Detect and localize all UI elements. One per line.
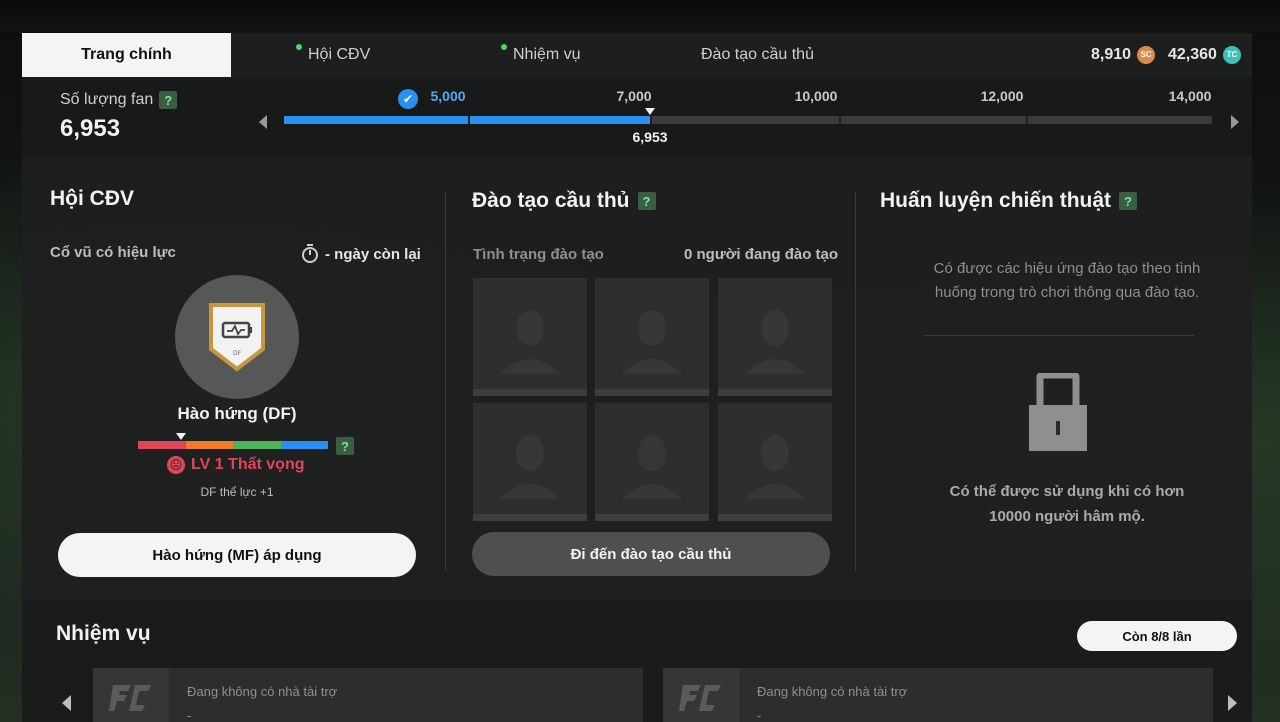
mood-level-text: LV 1 Thất vọng bbox=[191, 456, 305, 473]
sad-face-icon: ☹ bbox=[167, 456, 185, 474]
top-strip bbox=[0, 0, 1280, 32]
badge-text: DF bbox=[233, 350, 242, 357]
notification-dot bbox=[501, 44, 507, 50]
mood-pointer bbox=[176, 433, 186, 440]
arrow-right-icon[interactable] bbox=[1228, 695, 1237, 711]
missions-section: Nhiệm vụ Còn 8/8 lần Đang không có nhà t… bbox=[22, 600, 1252, 722]
tab-player-training[interactable]: Đào tạo cầu thủ bbox=[701, 33, 814, 77]
mood-name: Hào hứng (DF) bbox=[177, 404, 297, 423]
mission-text: Đang không có nhà tài trợ bbox=[757, 684, 908, 699]
segment-divider bbox=[468, 116, 470, 124]
remaining-badge: Còn 8/8 lần bbox=[1077, 621, 1237, 651]
apply-cheer-button[interactable]: Hào hứng (MF) áp dụng bbox=[58, 533, 416, 577]
milestone-label: 7,000 bbox=[616, 88, 652, 104]
goto-training-button[interactable]: Đi đến đào tạo cầu thủ bbox=[472, 532, 830, 576]
mood-bar bbox=[138, 441, 328, 449]
tab-fan-club[interactable]: Hội CĐV bbox=[296, 33, 371, 77]
sc-amount: 8,910 bbox=[1091, 46, 1132, 63]
fan-club-title: Hội CĐV bbox=[50, 187, 134, 211]
fc-logo-icon bbox=[663, 668, 739, 722]
help-icon[interactable]: ? bbox=[336, 437, 354, 455]
current-fan-value: 6,953 bbox=[632, 129, 668, 145]
help-icon[interactable]: ? bbox=[159, 91, 178, 109]
fan-progress-track bbox=[284, 116, 1212, 124]
tab-missions[interactable]: Nhiệm vụ bbox=[501, 33, 581, 77]
mission-text: Đang không có nhà tài trợ bbox=[187, 684, 338, 699]
training-slot[interactable] bbox=[473, 278, 587, 396]
fan-progress-area: Số lượng fan ? 6,953 ✔ 5,000 7,000 10,00… bbox=[22, 77, 1252, 157]
shield-battery-icon: DF bbox=[209, 303, 265, 372]
player-silhouette-icon bbox=[745, 310, 805, 374]
player-silhouette-icon bbox=[622, 310, 682, 374]
training-slot[interactable] bbox=[595, 403, 709, 521]
days-left-text: - ngày còn lại bbox=[325, 245, 421, 263]
mood-segment-blue bbox=[280, 441, 328, 449]
sc-currency: 8,910 SC bbox=[1091, 33, 1156, 77]
segment-divider bbox=[650, 116, 652, 124]
check-icon: ✔ bbox=[398, 89, 418, 109]
tactics-title-text: Huấn luyện chiến thuật bbox=[880, 189, 1112, 212]
mood-level: ☹ LV 1 Thất vọng bbox=[167, 456, 304, 474]
player-silhouette-icon bbox=[622, 435, 682, 499]
tab-home[interactable]: Trang chính bbox=[22, 33, 231, 77]
cheer-badge: DF bbox=[175, 275, 299, 399]
tab-bar: Trang chính Hội CĐV Nhiệm vụ Đào tạo cầu… bbox=[22, 33, 1252, 77]
column-divider bbox=[855, 191, 856, 571]
tc-coin-icon: TC bbox=[1222, 46, 1241, 64]
mission-sub: - bbox=[757, 708, 762, 722]
training-title-text: Đào tạo cầu thủ bbox=[472, 189, 630, 212]
segment-divider bbox=[1026, 116, 1028, 124]
mood-segment-red bbox=[138, 441, 186, 449]
training-slot[interactable] bbox=[473, 403, 587, 521]
mission-card[interactable]: Đang không có nhà tài trợ - bbox=[93, 668, 643, 722]
tab-missions-label: Nhiệm vụ bbox=[513, 46, 581, 63]
training-status-label: Tình trạng đào tạo bbox=[473, 246, 604, 263]
milestone-label: 5,000 bbox=[430, 88, 466, 104]
player-silhouette-icon bbox=[500, 435, 560, 499]
current-fan-marker bbox=[645, 108, 655, 115]
player-silhouette-icon bbox=[745, 435, 805, 499]
milestone-label: 10,000 bbox=[794, 88, 838, 104]
training-title: Đào tạo cầu thủ ? bbox=[472, 189, 656, 213]
tc-amount: 42,360 bbox=[1168, 46, 1217, 63]
days-left: - ngày còn lại bbox=[301, 244, 421, 264]
fan-count-label: Số lượng fan ? bbox=[60, 91, 178, 109]
tactics-divider bbox=[924, 335, 1194, 336]
tactics-title: Huấn luyện chiến thuật ? bbox=[880, 189, 1138, 213]
training-count: 0 người đang đào tạo bbox=[684, 246, 839, 263]
mission-sub: - bbox=[187, 708, 192, 722]
arrow-right-icon[interactable] bbox=[1231, 115, 1239, 129]
mission-card[interactable]: Đang không có nhà tài trợ - bbox=[663, 668, 1213, 722]
lock-icon bbox=[1029, 373, 1087, 451]
tc-currency: 42,360 TC bbox=[1168, 33, 1241, 77]
tactics-description: Có được các hiệu ứng đào tạo theo tình h… bbox=[933, 260, 1201, 301]
column-divider bbox=[445, 191, 446, 571]
mood-segment-green bbox=[233, 441, 281, 449]
cheer-active-label: Cổ vũ có hiệu lực bbox=[50, 244, 176, 261]
training-slot[interactable] bbox=[718, 403, 832, 521]
training-slot[interactable] bbox=[718, 278, 832, 396]
mood-segment-orange bbox=[185, 441, 233, 449]
fc-logo-icon bbox=[93, 668, 169, 722]
sc-coin-icon: SC bbox=[1137, 46, 1156, 64]
stopwatch-icon bbox=[302, 244, 318, 263]
milestone-label: 14,000 bbox=[1168, 88, 1212, 104]
tactics-locked-text: Có thể được sử dụng khi có hơn 10000 ngư… bbox=[949, 483, 1185, 525]
milestone-label: 12,000 bbox=[980, 88, 1024, 104]
training-slot[interactable] bbox=[595, 278, 709, 396]
fan-count-label-text: Số lượng fan bbox=[60, 91, 154, 108]
main-panel: Trang chính Hội CĐV Nhiệm vụ Đào tạo cầu… bbox=[22, 33, 1252, 722]
player-silhouette-icon bbox=[500, 310, 560, 374]
mood-effect: DF thể lực +1 bbox=[200, 485, 274, 499]
segment-divider bbox=[839, 116, 841, 124]
help-icon[interactable]: ? bbox=[637, 192, 656, 210]
help-icon[interactable]: ? bbox=[1119, 192, 1138, 210]
tab-fan-club-label: Hội CĐV bbox=[308, 46, 371, 63]
missions-title: Nhiệm vụ bbox=[56, 622, 151, 645]
fan-count-value: 6,953 bbox=[60, 115, 121, 142]
fan-club-title-text: Hội CĐV bbox=[50, 187, 134, 210]
notification-dot bbox=[296, 44, 302, 50]
arrow-left-icon[interactable] bbox=[259, 115, 267, 129]
arrow-left-icon[interactable] bbox=[62, 695, 71, 711]
